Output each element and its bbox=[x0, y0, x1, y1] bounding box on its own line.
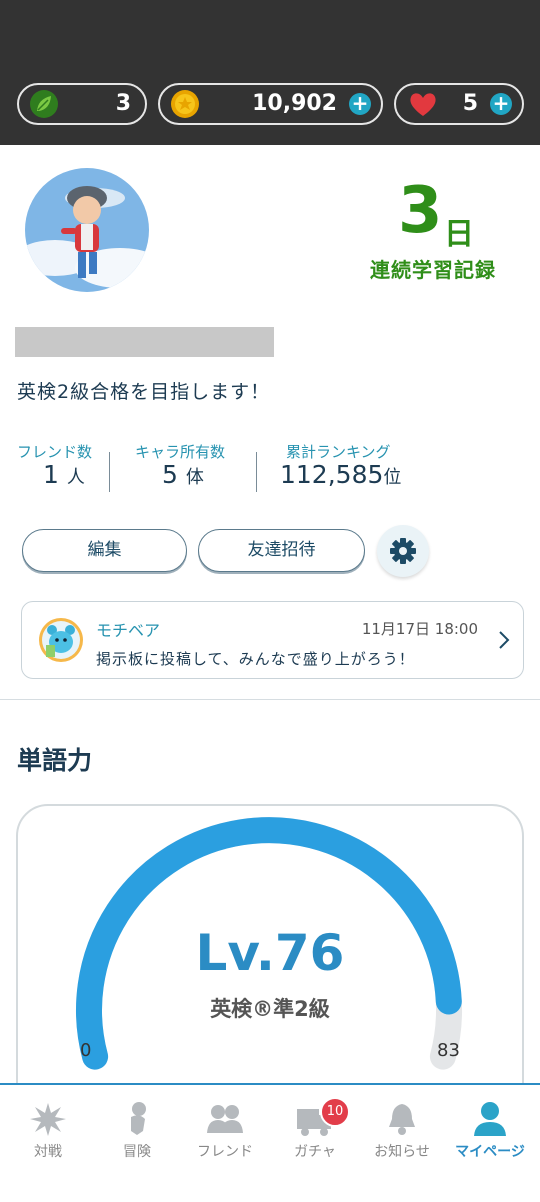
mochibear-avatar-icon bbox=[39, 618, 83, 662]
tab-notifications[interactable]: お知らせ bbox=[357, 1085, 447, 1185]
friends-count: 1 人 bbox=[43, 460, 85, 489]
chevron-right-icon bbox=[499, 631, 510, 649]
coin-count: 10,902 bbox=[252, 91, 337, 116]
tab-friends[interactable]: フレンド bbox=[180, 1085, 270, 1185]
battle-icon bbox=[30, 1103, 66, 1136]
heart-count: 5 bbox=[462, 91, 478, 116]
streak-unit: 日 bbox=[444, 217, 474, 252]
tab-battle[interactable]: 対戦 bbox=[3, 1085, 93, 1185]
friends-icon bbox=[207, 1105, 243, 1133]
streak-label: 連続学習記録 bbox=[370, 258, 496, 282]
username-redacted bbox=[15, 327, 274, 357]
notification-time: 11月17日 18:00 bbox=[361, 620, 478, 638]
leaf-count: 3 bbox=[115, 91, 131, 116]
bell-icon bbox=[389, 1104, 415, 1135]
gacha-badge: 10 bbox=[320, 1097, 350, 1127]
tab-mypage[interactable]: マイページ bbox=[445, 1085, 535, 1185]
avatar[interactable] bbox=[25, 168, 149, 292]
profile-goal: 英検2級合格を目指します！ bbox=[17, 381, 271, 403]
characters-count-label: キャラ所有数 bbox=[135, 443, 226, 461]
friends-count-label: フレンド数 bbox=[17, 443, 93, 461]
streak-count: 3 bbox=[398, 174, 443, 248]
tab-adventure[interactable]: 冒険 bbox=[92, 1085, 182, 1185]
coin-icon bbox=[171, 90, 199, 118]
add-coins-button[interactable]: + bbox=[349, 93, 371, 115]
adventure-icon bbox=[131, 1102, 146, 1135]
leaf-icon bbox=[30, 90, 58, 118]
ranking-label: 累計ランキング bbox=[286, 443, 391, 461]
gear-icon bbox=[390, 538, 416, 564]
ranking-value: 112,585位 bbox=[280, 460, 402, 489]
mypage-icon bbox=[474, 1102, 506, 1136]
gauge-min-label: 0 bbox=[80, 1040, 92, 1061]
status-header: 3 10,902 + 5 + bbox=[0, 0, 540, 145]
coin-counter[interactable]: 10,902 + bbox=[158, 83, 383, 125]
vocab-grade: 英検®準2級 bbox=[210, 997, 330, 1021]
gauge-max-label: 83 bbox=[437, 1040, 460, 1061]
vocab-section-title: 単語力 bbox=[17, 746, 93, 775]
stat-divider bbox=[109, 452, 110, 492]
edit-profile-button[interactable]: 編集 bbox=[22, 529, 187, 572]
heart-icon bbox=[410, 93, 436, 116]
settings-button[interactable] bbox=[377, 525, 429, 577]
notification-card[interactable]: モチベア 11月17日 18:00 掲示板に投稿して、みんなで盛り上がろう！ bbox=[21, 601, 524, 679]
leaf-counter[interactable]: 3 bbox=[17, 83, 147, 125]
add-hearts-button[interactable]: + bbox=[490, 93, 512, 115]
characters-count: 5 体 bbox=[162, 460, 204, 489]
section-divider bbox=[0, 699, 540, 700]
notification-message: 掲示板に投稿して、みんなで盛り上がろう！ bbox=[96, 650, 415, 668]
stat-divider bbox=[256, 452, 257, 492]
notification-sender: モチベア bbox=[96, 621, 161, 640]
tab-gacha[interactable]: 10 ガチャ bbox=[270, 1085, 360, 1185]
bottom-nav: 対戦 冒険 フレンド 10 ガチャ お知らせ マイページ bbox=[0, 1083, 540, 1202]
invite-friend-button[interactable]: 友達招待 bbox=[198, 529, 365, 572]
vocab-level: Lv.76 bbox=[195, 924, 345, 982]
heart-counter[interactable]: 5 + bbox=[394, 83, 524, 125]
